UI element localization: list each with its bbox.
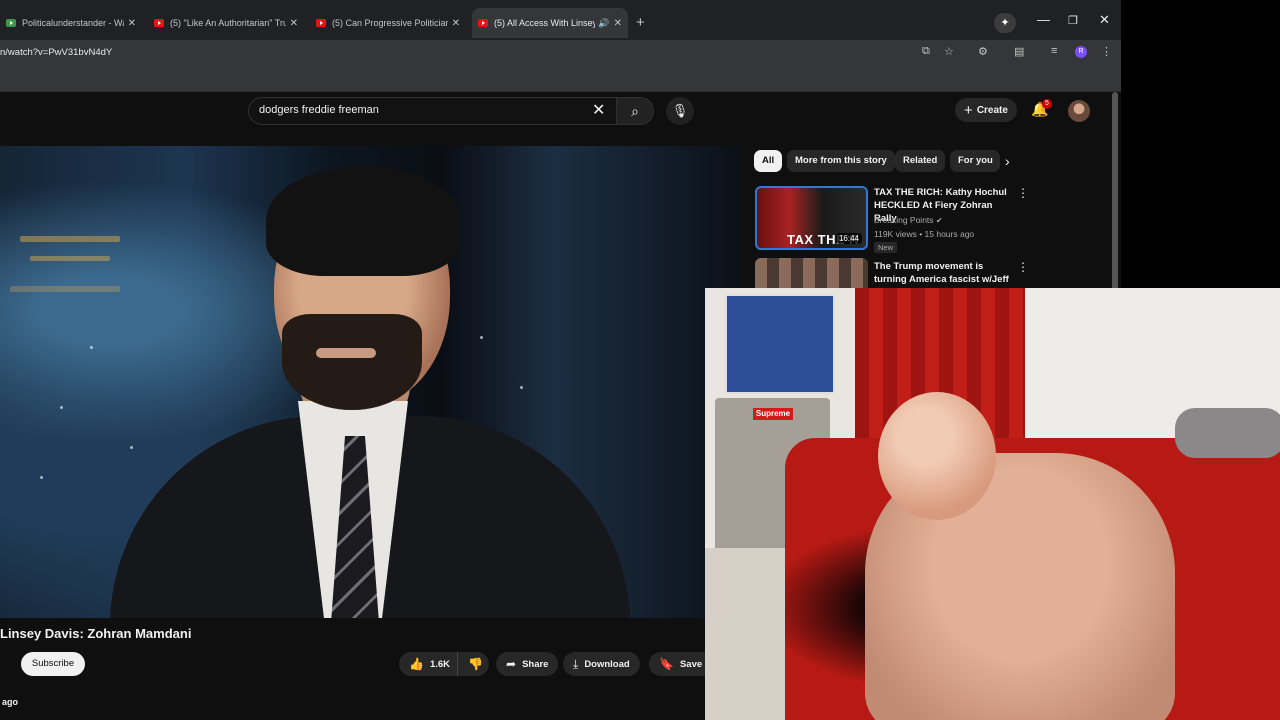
background-light <box>20 236 120 242</box>
download-button[interactable]: ⤓ Download <box>563 652 640 676</box>
stacked-boxes <box>725 294 835 394</box>
create-button[interactable]: + Create <box>955 98 1017 122</box>
tab-like-an-authoritarian[interactable]: (5) "Like An Authoritarian" Tru ✕ <box>148 8 304 38</box>
pillow <box>1175 408 1280 458</box>
youtube-favicon-icon <box>154 19 164 27</box>
youtube-favicon-icon <box>478 19 488 27</box>
video-duration: 16:44 <box>835 233 862 244</box>
close-tab-icon[interactable]: ✕ <box>290 18 298 29</box>
verified-check-icon: ✔ <box>935 216 943 225</box>
notification-count-badge: 5 <box>1042 99 1052 109</box>
tab-progressive-politicians[interactable]: (5) Can Progressive Politicians ✕ <box>310 8 466 38</box>
search-icon: ⌕ <box>631 103 639 119</box>
bookmarks-bar <box>0 64 1121 92</box>
close-tab-icon[interactable]: ✕ <box>128 18 136 29</box>
extensions-icon[interactable]: ⚙ <box>978 45 988 58</box>
url-field[interactable]: n/watch?v=PwV31bvN4dY <box>0 47 112 58</box>
plus-icon: + <box>964 101 973 119</box>
speaker-beard <box>282 314 422 410</box>
speaker-mouth <box>316 348 376 358</box>
city-light <box>520 386 523 389</box>
search-input[interactable] <box>259 104 589 116</box>
recommendation-channel[interactable]: Breaking Points ✔ <box>874 215 943 225</box>
search-button[interactable]: ⌕ <box>616 97 654 125</box>
voice-search-button[interactable]: 🎙 <box>666 97 694 125</box>
city-light <box>480 336 483 339</box>
share-button[interactable]: ➦ Share <box>496 652 559 676</box>
more-actions-icon[interactable]: ⋮ <box>1017 186 1029 200</box>
tab-title: (5) Can Progressive Politicians <box>332 18 448 28</box>
tab-politicalunderstander[interactable]: Politicalunderstander - Watch c ✕ <box>0 8 142 38</box>
recommendation-thumbnail[interactable]: TAX THE R 16:44 <box>755 186 868 250</box>
chip-for-you[interactable]: For you <box>950 150 1000 172</box>
bookmark-star-icon[interactable]: ☆ <box>944 45 954 58</box>
dislike-button[interactable]: 👎 <box>457 652 489 676</box>
close-window-icon[interactable]: ✕ <box>1099 12 1110 28</box>
channel-name: Breaking Points <box>874 215 934 225</box>
side-panel-icon[interactable]: ▤ <box>1014 45 1024 58</box>
restore-icon[interactable]: ❐ <box>1068 14 1078 27</box>
like-button[interactable]: 👍 1.6K <box>399 652 457 676</box>
city-light <box>90 346 93 349</box>
close-tab-icon[interactable]: ✕ <box>452 18 460 29</box>
chip-related[interactable]: Related <box>895 150 946 172</box>
background-light <box>10 286 120 292</box>
page-scrollbar[interactable] <box>1112 92 1118 292</box>
browser-menu-icon[interactable]: ⋮ <box>1101 45 1112 58</box>
profile-avatar[interactable]: R <box>1075 46 1087 58</box>
share-label: Share <box>522 658 549 670</box>
youtube-favicon-icon <box>316 19 326 27</box>
thumbs-up-icon: 👍 <box>409 657 424 671</box>
person-head <box>878 392 996 520</box>
city-light <box>60 406 63 409</box>
like-count: 1.6K <box>429 658 451 670</box>
city-light <box>40 476 43 479</box>
tab-title: (5) "Like An Authoritarian" Tru <box>170 18 286 28</box>
bookmark-icon: 🔖 <box>659 657 674 671</box>
tab-title: Politicalunderstander - Watch c <box>22 18 124 28</box>
chevron-right-icon[interactable]: › <box>1005 153 1010 169</box>
save-button[interactable]: 🔖 Save <box>649 652 713 676</box>
subscribe-button[interactable]: Subscribe <box>21 652 85 676</box>
upload-age: ago <box>2 697 19 707</box>
minimize-icon[interactable]: — <box>1037 12 1050 27</box>
tab-all-access-linsey[interactable]: (5) All Access With Linsey D 🔊 ✕ <box>472 8 628 38</box>
speaker-icon[interactable]: 🔊 <box>598 18 609 29</box>
clear-search-icon[interactable]: ✕ <box>592 100 605 120</box>
new-badge: New <box>874 242 898 253</box>
video-player[interactable] <box>0 146 737 618</box>
new-tab-icon[interactable]: + <box>636 14 645 31</box>
recommendation-meta: 119K views • 15 hours ago <box>874 229 975 239</box>
install-app-icon[interactable]: ⧉ <box>922 45 930 58</box>
chip-all[interactable]: All <box>754 150 783 172</box>
download-icon: ⤓ <box>573 656 579 671</box>
share-icon: ➦ <box>506 657 517 671</box>
download-label: Download <box>584 658 630 670</box>
video-title: Linsey Davis: Zohran Mamdani <box>0 626 192 641</box>
webcam-overlay: Supreme <box>705 288 1280 720</box>
media-control-icon[interactable]: ≡ <box>1051 45 1057 57</box>
address-bar: n/watch?v=PwV31bvN4dY ⧉ ☆ ⚙ ▤ ≡ R ⋮ <box>0 40 1121 64</box>
account-avatar[interactable] <box>1068 100 1090 122</box>
save-label: Save <box>679 658 703 670</box>
city-light <box>130 446 133 449</box>
chip-more-from-story[interactable]: More from this story <box>787 150 895 172</box>
gemini-icon[interactable]: ✦ <box>994 13 1016 33</box>
thumbs-down-icon: 👎 <box>468 657 483 671</box>
more-actions-icon[interactable]: ⋮ <box>1017 260 1029 274</box>
search-box <box>248 97 618 125</box>
tab-strip: Politicalunderstander - Watch c ✕ (5) "L… <box>0 0 1121 40</box>
speaker-hair <box>266 166 460 276</box>
background-light <box>30 256 110 261</box>
microphone-icon: 🎙 <box>671 103 689 118</box>
youtube-favicon-icon <box>6 19 16 27</box>
close-tab-icon[interactable]: ✕ <box>614 18 622 29</box>
supreme-sticker: Supreme <box>753 408 793 420</box>
create-label: Create <box>976 104 1008 116</box>
tab-title: (5) All Access With Linsey D <box>494 18 596 28</box>
